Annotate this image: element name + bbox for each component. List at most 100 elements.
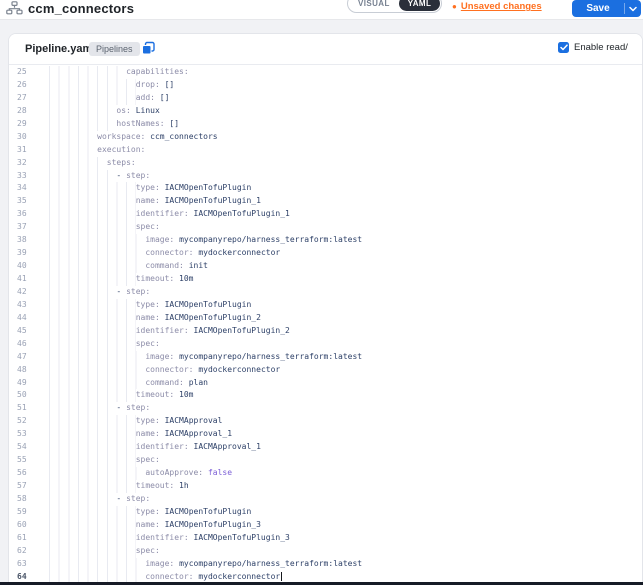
code-line[interactable]: 39connector: mydockerconnector <box>9 247 642 260</box>
yaml-key: connector: <box>145 572 193 581</box>
line-number: 54 <box>9 441 49 454</box>
code-text: image: mycompanyrepo/harness_terraform:l… <box>49 558 642 571</box>
indent-guides <box>49 92 136 105</box>
code-text: type: IACMOpenTofuPlugin <box>49 506 642 519</box>
code-line[interactable]: 43type: IACMOpenTofuPlugin <box>9 299 642 312</box>
line-number: 58 <box>9 493 49 506</box>
code-line[interactable]: 50timeout: 10m <box>9 389 642 402</box>
code-line[interactable]: 49command: plan <box>9 377 642 390</box>
code-line[interactable]: 40command: init <box>9 260 642 273</box>
line-number: 41 <box>9 273 49 286</box>
toggle-yaml[interactable]: YAML <box>399 0 441 11</box>
line-number: 29 <box>9 118 49 131</box>
code-line[interactable]: 30workspace: ccm_connectors <box>9 131 642 144</box>
unsaved-changes-link[interactable]: ● Unsaved changes <box>452 1 542 12</box>
enable-read-checkbox[interactable] <box>558 42 569 53</box>
yaml-key: image: <box>145 559 174 568</box>
chevron-down-icon <box>629 6 637 12</box>
code-line[interactable]: 42- step: <box>9 286 642 299</box>
toggle-visual[interactable]: VISUAL <box>349 0 399 11</box>
code-line[interactable]: 58- step: <box>9 493 642 506</box>
code-line[interactable]: 27add: [] <box>9 92 642 105</box>
code-text: drop: [] <box>49 79 642 92</box>
indent-guides <box>49 273 136 286</box>
code-line[interactable]: 61identifier: IACMOpenTofuPlugin_3 <box>9 532 642 545</box>
yaml-key: spec: <box>136 455 160 464</box>
yaml-key: steps: <box>107 158 136 167</box>
save-dropdown-button[interactable] <box>625 6 641 12</box>
code-text: command: plan <box>49 377 642 390</box>
indent-guides <box>49 182 136 195</box>
yaml-value: 10m <box>179 390 193 399</box>
code-line[interactable]: 55spec: <box>9 454 642 467</box>
yaml-value: mycompanyrepo/harness_terraform:latest <box>179 559 362 568</box>
yaml-value: IACMOpenTofuPlugin <box>165 507 252 516</box>
line-number: 52 <box>9 415 49 428</box>
line-number: 30 <box>9 131 49 144</box>
code-line[interactable]: 45identifier: IACMOpenTofuPlugin_2 <box>9 325 642 338</box>
yaml-key: identifier: <box>136 533 189 542</box>
code-text: add: [] <box>49 92 642 105</box>
code-line[interactable]: 56autoApprove: false <box>9 467 642 480</box>
yaml-value: init <box>189 261 208 270</box>
code-line[interactable]: 31execution: <box>9 144 642 157</box>
text-cursor <box>281 572 282 581</box>
code-text: identifier: IACMApproval_1 <box>49 441 642 454</box>
code-line[interactable]: 53name: IACMApproval_1 <box>9 428 642 441</box>
yaml-value: IACMOpenTofuPlugin <box>165 300 252 309</box>
save-split-button[interactable]: Save <box>572 0 641 17</box>
code-line[interactable]: 47image: mycompanyrepo/harness_terraform… <box>9 351 642 364</box>
code-text: spec: <box>49 338 642 351</box>
line-number: 38 <box>9 234 49 247</box>
yaml-key: identifier: <box>136 326 189 335</box>
unsaved-changes-label: Unsaved changes <box>461 1 542 12</box>
indent-guides <box>49 286 116 299</box>
code-line[interactable]: 54identifier: IACMApproval_1 <box>9 441 642 454</box>
line-number: 59 <box>9 506 49 519</box>
yaml-key: timeout: <box>136 390 175 399</box>
code-line[interactable]: 29hostNames: [] <box>9 118 642 131</box>
code-line[interactable]: 44name: IACMOpenTofuPlugin_2 <box>9 312 642 325</box>
code-text: connector: mydockerconnector <box>49 364 642 377</box>
code-line[interactable]: 37spec: <box>9 221 642 234</box>
line-number: 26 <box>9 79 49 92</box>
yaml-editor-lines[interactable]: 25capabilities:26drop: []27add: []28os: … <box>9 66 642 585</box>
code-line[interactable]: 38image: mycompanyrepo/harness_terraform… <box>9 234 642 247</box>
yaml-key: step: <box>126 171 150 180</box>
code-line[interactable]: 62spec: <box>9 545 642 558</box>
pipeline-hierarchy-icon <box>6 1 23 15</box>
indent-guides <box>49 532 136 545</box>
yaml-key: command: <box>145 378 184 387</box>
code-line[interactable]: 33- step: <box>9 170 642 183</box>
code-text: connector: mydockerconnector <box>49 247 642 260</box>
visual-yaml-toggle[interactable]: VISUAL YAML <box>347 0 442 13</box>
code-line[interactable]: 52type: IACMApproval <box>9 415 642 428</box>
indent-guides <box>49 454 136 467</box>
code-line[interactable]: 41timeout: 10m <box>9 273 642 286</box>
yaml-key: spec: <box>136 222 160 231</box>
code-line[interactable]: 34type: IACMOpenTofuPlugin <box>9 182 642 195</box>
code-line[interactable]: 51- step: <box>9 402 642 415</box>
code-line[interactable]: 28os: Linux <box>9 105 642 118</box>
code-line[interactable]: 57timeout: 1h <box>9 480 642 493</box>
yaml-key: timeout: <box>136 274 175 283</box>
code-line[interactable]: 32steps: <box>9 157 642 170</box>
code-line[interactable]: 26drop: [] <box>9 79 642 92</box>
code-line[interactable]: 25capabilities: <box>9 66 642 79</box>
code-line[interactable]: 63image: mycompanyrepo/harness_terraform… <box>9 558 642 571</box>
yaml-key: type: <box>136 183 160 192</box>
save-button[interactable]: Save <box>572 3 624 14</box>
code-line[interactable]: 48connector: mydockerconnector <box>9 364 642 377</box>
indent-guides <box>49 325 136 338</box>
code-text: timeout: 10m <box>49 389 642 402</box>
enable-read-control: Enable read/ <box>558 42 628 53</box>
code-line[interactable]: 36identifier: IACMOpenTofuPlugin_1 <box>9 208 642 221</box>
code-line[interactable]: 60name: IACMOpenTofuPlugin_3 <box>9 519 642 532</box>
indent-guides <box>49 312 136 325</box>
code-line[interactable]: 59type: IACMOpenTofuPlugin <box>9 506 642 519</box>
code-line[interactable]: 35name: IACMOpenTofuPlugin_1 <box>9 195 642 208</box>
yaml-value: plan <box>189 378 208 387</box>
line-number: 57 <box>9 480 49 493</box>
copy-icon[interactable] <box>141 41 156 56</box>
code-line[interactable]: 46spec: <box>9 338 642 351</box>
